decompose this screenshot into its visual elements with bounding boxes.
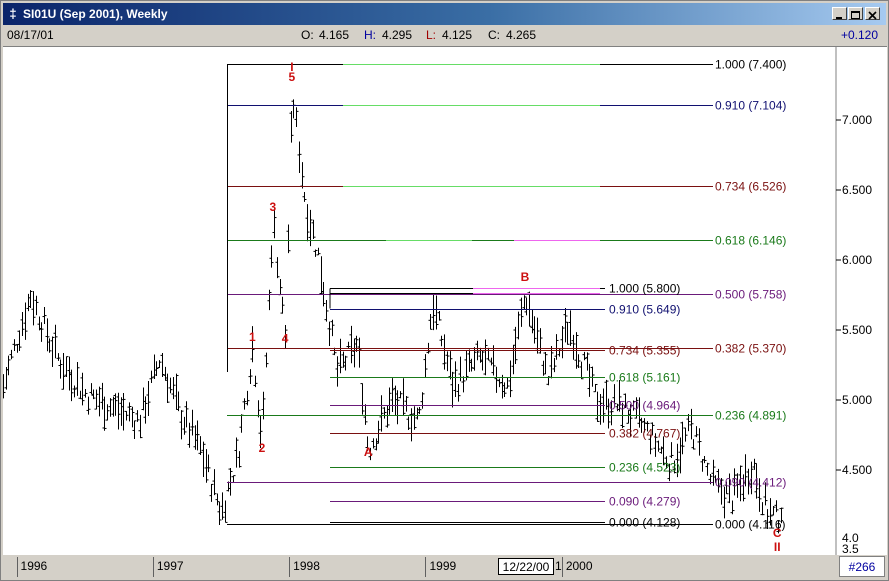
wave-label: B (521, 270, 530, 284)
cursor-date-box: 12/22/00 (498, 558, 554, 575)
close-button[interactable] (865, 7, 880, 20)
fib-label-major: 0.236 (4.891) (715, 409, 786, 423)
fib-label-major: 0.500 (5.758) (715, 288, 786, 302)
wave-label: 3 (269, 200, 276, 214)
fib-label-minor: 0.090 (4.279) (609, 495, 680, 509)
fib-label-minor: 1.000 (5.800) (609, 282, 680, 296)
wave-label: 4 (282, 332, 289, 346)
wave-label: 2 (259, 441, 266, 455)
low-value: 4.125 (442, 28, 473, 42)
bar-date: 08/17/01 (7, 28, 54, 42)
app-icon: ‡ (9, 6, 17, 21)
time-axis[interactable]: 1996 1997 1998 1999 2000 12/22/00 1 #266 (3, 555, 887, 580)
fib-label-major: 0.090 (4.412) (715, 476, 786, 490)
year-label: 2000 (565, 559, 593, 573)
low-label: L: (426, 28, 437, 42)
y-tick-label: 4.500 (842, 463, 872, 477)
chart-area[interactable]: 7.000 6.500 6.000 5.500 5.000 4.500 4.0 3.5 1.00… (3, 46, 887, 556)
time-tick (425, 557, 427, 577)
fib-label-major: 0.382 (5.370) (715, 342, 786, 356)
fib-label-major: 0.734 (6.526) (715, 180, 786, 194)
y-tick-label: 3.5 (842, 542, 859, 556)
y-tick-label: 5.500 (842, 323, 872, 337)
fib-label-minor: 0.500 (4.964) (609, 399, 680, 413)
year-label: 1996 (20, 559, 48, 573)
title-bar[interactable]: ‡ SI01U (Sep 2001), Weekly (3, 3, 886, 25)
price-chart[interactable]: 7.0006.5006.0005.5005.0004.5004.03.51.00… (3, 47, 887, 556)
close-value: 4.265 (506, 28, 537, 42)
close-icon (868, 11, 877, 20)
open-value: 4.165 (319, 28, 350, 42)
wave-label: A (364, 445, 373, 459)
time-tick (152, 557, 154, 577)
fib-label-minor: 0.236 (4.523) (609, 461, 680, 475)
ohlc-status-bar: 08/17/01 O: 4.165 H: 4.295 L: 4.125 C: 4… (3, 25, 886, 45)
fib-label-major: 0.910 (7.104) (715, 99, 786, 113)
y-tick-label: 6.500 (842, 183, 872, 197)
y-tick-label: 7.000 (842, 113, 872, 127)
y-tick-label: 6.000 (842, 253, 872, 267)
year-label: 1998 (293, 559, 320, 573)
minimize-icon (836, 17, 842, 19)
maximize-icon (851, 11, 860, 19)
wave-label: II (774, 540, 781, 554)
fib-label-minor: 0.618 (5.161) (609, 371, 680, 385)
high-value: 4.295 (382, 28, 413, 42)
wave-label: 1 (249, 330, 256, 344)
maximize-button[interactable] (848, 7, 863, 20)
high-label: H: (364, 28, 376, 42)
time-label-partial: 1 (555, 559, 562, 573)
fib-label-minor: 0.000 (4.128) (609, 516, 680, 530)
y-tick-label: 5.000 (842, 393, 872, 407)
fib-label-major: 0.618 (6.146) (715, 234, 786, 248)
fib-label-minor: 0.910 (5.649) (609, 303, 680, 317)
fib-label-minor: 0.734 (5.355) (609, 344, 680, 358)
year-label: 1997 (156, 559, 184, 573)
time-tick (289, 557, 291, 577)
wave-label: I (290, 60, 293, 74)
window-title: SI01U (Sep 2001), Weekly (23, 7, 168, 21)
bar-count: #266 (839, 556, 885, 577)
fib-label-major: 1.000 (7.400) (715, 58, 786, 72)
fib-label-minor: 0.382 (4.767) (609, 427, 680, 441)
close-label: C: (488, 28, 500, 42)
chart-window: ‡ SI01U (Sep 2001), Weekly 08/17/01 O: 4… (0, 0, 889, 581)
year-label: 1999 (429, 559, 457, 573)
minimize-button[interactable] (832, 7, 847, 20)
wave-label: C (773, 526, 782, 540)
open-label: O: (301, 28, 314, 42)
time-tick (16, 557, 18, 577)
change-value: +0.120 (840, 28, 878, 42)
